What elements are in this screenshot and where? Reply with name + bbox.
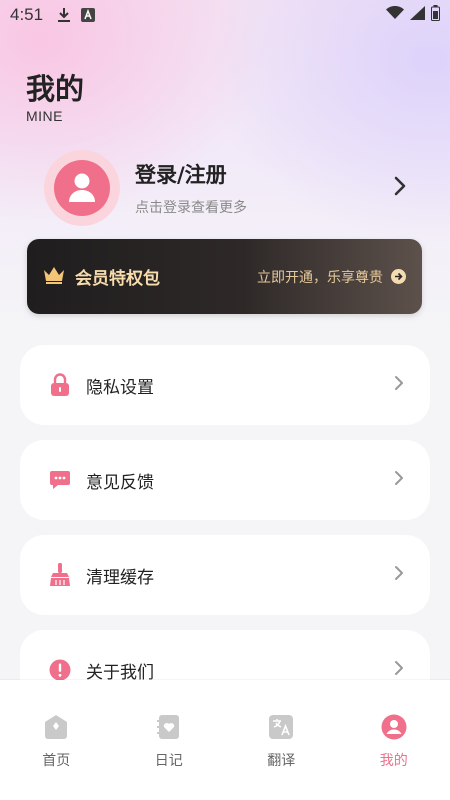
tab-label: 日记 (154, 753, 183, 769)
menu-item-label: 隐私设置 (86, 377, 154, 398)
tab-translate[interactable]: 翻译 (225, 714, 338, 800)
tab-diary[interactable]: 日记 (113, 714, 226, 800)
chevron-right-icon (394, 470, 404, 490)
crown-icon (43, 266, 65, 288)
avatar[interactable] (44, 150, 120, 226)
menu-item-label: 意见反馈 (86, 472, 154, 493)
chat-icon (48, 468, 72, 492)
info-icon (48, 658, 72, 682)
menu-item-clear-cache[interactable]: 清理缓存 (20, 535, 430, 615)
menu-item-privacy[interactable]: 隐私设置 (20, 345, 430, 425)
chevron-right-icon (394, 375, 404, 395)
tab-home[interactable]: 首页 (0, 714, 113, 800)
arrow-right-circle-icon[interactable] (391, 269, 406, 284)
page-subtitle: MINE (26, 108, 63, 124)
tab-label: 首页 (42, 753, 71, 769)
download-icon (57, 7, 71, 23)
a-icon (81, 8, 96, 22)
vip-title: 会员特权包 (75, 269, 160, 289)
chevron-right-icon (394, 565, 404, 585)
profile-icon (381, 714, 407, 744)
bottom-tab-bar: 首页 日记 翻译 我的 (0, 680, 450, 800)
diary-icon (156, 714, 182, 744)
status-time: 4:51 (10, 5, 44, 24)
user-icon (69, 173, 95, 202)
chevron-right-icon (394, 660, 404, 680)
battery-icon (431, 4, 440, 26)
menu-item-feedback[interactable]: 意见反馈 (20, 440, 430, 520)
login-profile-row[interactable]: 登录/注册 点击登录查看更多 (44, 150, 424, 226)
vip-cta-text: 立即开通，乐享尊贵 (257, 269, 383, 286)
menu-item-label: 清理缓存 (86, 567, 154, 588)
signal-icon (410, 5, 425, 25)
translate-icon (268, 714, 294, 744)
tab-label: 翻译 (267, 753, 296, 769)
wifi-icon (386, 5, 404, 25)
login-register-label[interactable]: 登录/注册 (135, 159, 247, 189)
tab-label: 我的 (379, 753, 408, 769)
login-hint: 点击登录查看更多 (135, 200, 247, 216)
lock-icon (48, 373, 72, 397)
vip-banner[interactable]: 会员特权包 立即开通，乐享尊贵 (27, 239, 422, 314)
status-bar: 4:51 (0, 0, 450, 30)
broom-icon (48, 563, 72, 587)
menu-item-label: 关于我们 (86, 662, 154, 683)
page-title: 我的 (26, 72, 85, 106)
home-icon (43, 714, 69, 744)
tab-mine[interactable]: 我的 (338, 714, 450, 800)
chevron-right-icon[interactable] (394, 176, 406, 200)
